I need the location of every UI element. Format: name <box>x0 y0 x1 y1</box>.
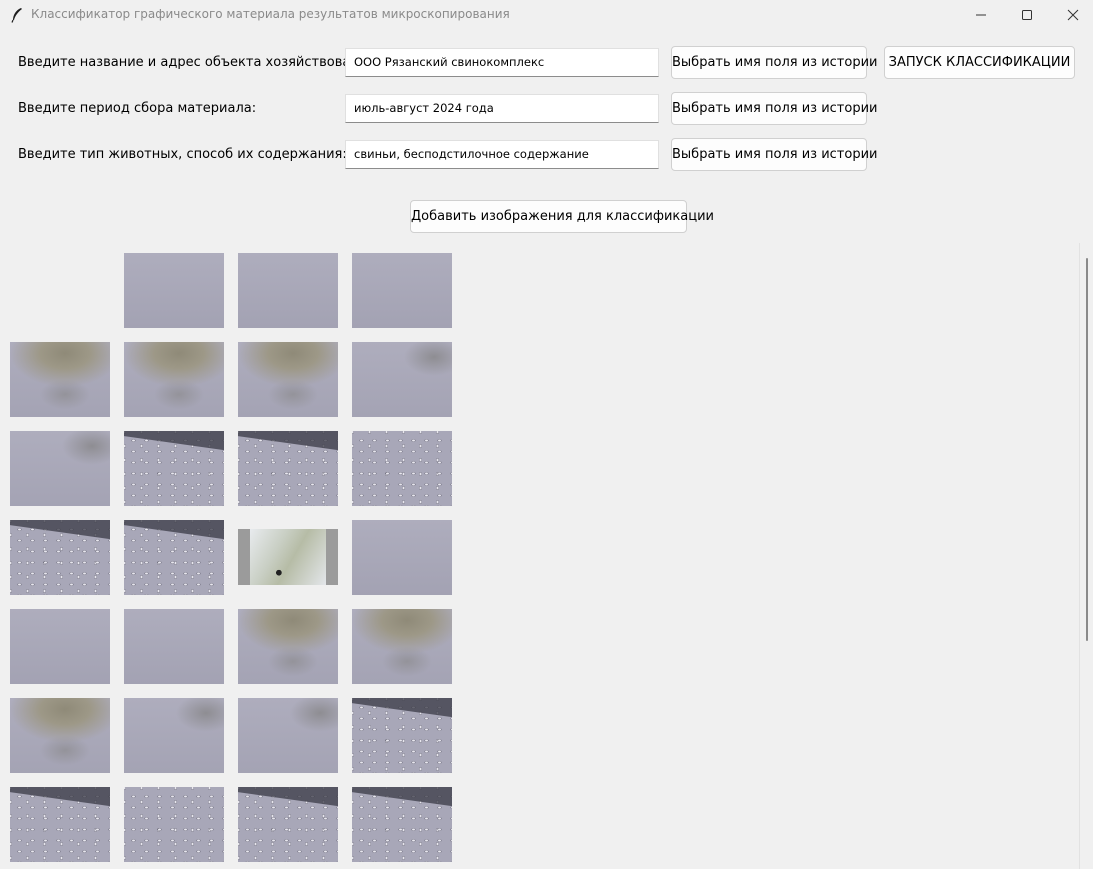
image-thumbnail-empty <box>10 253 110 328</box>
image-thumbnail[interactable] <box>124 431 224 506</box>
window-title: Классификатор графического материала рез… <box>31 7 510 21</box>
object-name-input[interactable]: ООО Рязанский свинокомплекс <box>345 48 659 77</box>
image-thumbnail[interactable] <box>124 698 224 773</box>
image-thumbnail[interactable] <box>10 520 110 595</box>
maximize-button[interactable] <box>1004 0 1050 30</box>
image-thumbnail[interactable] <box>124 520 224 595</box>
minimize-icon <box>976 14 986 16</box>
thumbnail-image <box>238 529 338 585</box>
image-thumbnail[interactable] <box>352 342 452 417</box>
image-thumbnail[interactable] <box>238 520 338 595</box>
image-thumbnail[interactable] <box>238 431 338 506</box>
image-thumbnail[interactable] <box>238 253 338 328</box>
image-thumbnail[interactable] <box>10 698 110 773</box>
history-button-object[interactable]: Выбрать имя поля из истории <box>671 46 877 79</box>
run-classification-button[interactable]: ЗАПУСК КЛАССИФИКАЦИИ <box>884 46 1075 79</box>
image-thumbnail[interactable] <box>352 698 452 773</box>
image-thumbnail[interactable] <box>238 787 338 862</box>
feather-icon <box>10 7 24 23</box>
image-thumbnail[interactable] <box>352 520 452 595</box>
image-thumbnail[interactable] <box>238 698 338 773</box>
scrollbar-thumb[interactable] <box>1086 258 1088 641</box>
image-thumbnail[interactable] <box>10 787 110 862</box>
image-thumbnail[interactable] <box>124 342 224 417</box>
image-thumbnail[interactable] <box>124 787 224 862</box>
image-thumbnail[interactable] <box>124 609 224 684</box>
period-input[interactable]: июль-август 2024 года <box>345 94 659 123</box>
animal-type-label: Введите тип животных, способ их содержан… <box>18 147 347 162</box>
object-name-label: Введите название и адрес объекта хозяйст… <box>18 55 380 70</box>
image-thumbnail[interactable] <box>352 609 452 684</box>
add-images-button[interactable]: Добавить изображения для классификации <box>410 200 714 233</box>
image-thumbnail[interactable] <box>10 431 110 506</box>
image-thumbnail[interactable] <box>352 253 452 328</box>
image-thumbnail[interactable] <box>352 787 452 862</box>
image-thumbnail[interactable] <box>124 253 224 328</box>
history-button-period[interactable]: Выбрать имя поля из истории <box>671 92 877 125</box>
image-thumbnail[interactable] <box>10 609 110 684</box>
maximize-icon <box>1022 10 1032 20</box>
period-label: Введите период сбора материала: <box>18 101 257 116</box>
close-icon <box>1067 9 1079 21</box>
animal-type-input[interactable]: свиньи, бесподстилочное содержание <box>345 140 659 169</box>
image-thumbnail[interactable] <box>238 342 338 417</box>
image-gallery <box>10 253 452 862</box>
image-thumbnail[interactable] <box>352 431 452 506</box>
title-bar: Классификатор графического материала рез… <box>0 0 1093 30</box>
history-button-animal[interactable]: Выбрать имя поля из истории <box>671 138 877 171</box>
minimize-button[interactable] <box>958 0 1004 30</box>
image-thumbnail[interactable] <box>238 609 338 684</box>
image-thumbnail[interactable] <box>10 342 110 417</box>
close-button[interactable] <box>1050 0 1093 30</box>
